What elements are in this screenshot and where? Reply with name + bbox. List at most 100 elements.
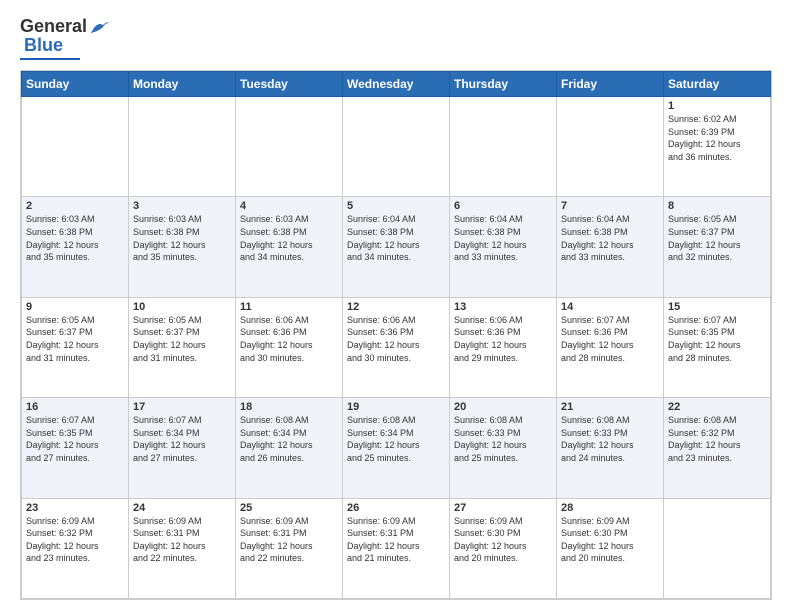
day-number: 19 — [347, 401, 445, 413]
day-info: Sunrise: 6:08 AM Sunset: 6:32 PM Dayligh… — [668, 414, 766, 464]
day-info: Sunrise: 6:07 AM Sunset: 6:34 PM Dayligh… — [133, 414, 231, 464]
calendar-cell: 24Sunrise: 6:09 AM Sunset: 6:31 PM Dayli… — [129, 498, 236, 598]
day-info: Sunrise: 6:07 AM Sunset: 6:36 PM Dayligh… — [561, 314, 659, 364]
day-number: 9 — [26, 301, 124, 313]
day-number: 10 — [133, 301, 231, 313]
day-number: 4 — [240, 200, 338, 212]
day-number: 22 — [668, 401, 766, 413]
day-number: 1 — [668, 100, 766, 112]
day-number: 5 — [347, 200, 445, 212]
day-info: Sunrise: 6:05 AM Sunset: 6:37 PM Dayligh… — [668, 213, 766, 263]
header: General Blue — [20, 16, 772, 60]
calendar-cell: 15Sunrise: 6:07 AM Sunset: 6:35 PM Dayli… — [664, 297, 771, 397]
day-number: 26 — [347, 502, 445, 514]
day-info: Sunrise: 6:03 AM Sunset: 6:38 PM Dayligh… — [240, 213, 338, 263]
day-of-week-header: Thursday — [450, 72, 557, 97]
logo: General Blue — [20, 16, 111, 60]
day-info: Sunrise: 6:03 AM Sunset: 6:38 PM Dayligh… — [26, 213, 124, 263]
calendar-week-row: 16Sunrise: 6:07 AM Sunset: 6:35 PM Dayli… — [22, 398, 771, 498]
day-of-week-header: Wednesday — [343, 72, 450, 97]
day-number: 12 — [347, 301, 445, 313]
calendar-cell: 22Sunrise: 6:08 AM Sunset: 6:32 PM Dayli… — [664, 398, 771, 498]
day-number: 21 — [561, 401, 659, 413]
calendar-cell: 18Sunrise: 6:08 AM Sunset: 6:34 PM Dayli… — [236, 398, 343, 498]
day-number: 3 — [133, 200, 231, 212]
day-number: 6 — [454, 200, 552, 212]
day-info: Sunrise: 6:09 AM Sunset: 6:31 PM Dayligh… — [240, 515, 338, 565]
calendar-cell: 3Sunrise: 6:03 AM Sunset: 6:38 PM Daylig… — [129, 197, 236, 297]
calendar-week-row: 1Sunrise: 6:02 AM Sunset: 6:39 PM Daylig… — [22, 97, 771, 197]
day-info: Sunrise: 6:09 AM Sunset: 6:32 PM Dayligh… — [26, 515, 124, 565]
calendar-cell: 5Sunrise: 6:04 AM Sunset: 6:38 PM Daylig… — [343, 197, 450, 297]
calendar-cell: 21Sunrise: 6:08 AM Sunset: 6:33 PM Dayli… — [557, 398, 664, 498]
day-number: 7 — [561, 200, 659, 212]
calendar-cell: 20Sunrise: 6:08 AM Sunset: 6:33 PM Dayli… — [450, 398, 557, 498]
page: General Blue SundayMondayTuesdayWednesda… — [0, 0, 792, 612]
calendar-cell: 2Sunrise: 6:03 AM Sunset: 6:38 PM Daylig… — [22, 197, 129, 297]
day-info: Sunrise: 6:06 AM Sunset: 6:36 PM Dayligh… — [240, 314, 338, 364]
calendar-cell: 14Sunrise: 6:07 AM Sunset: 6:36 PM Dayli… — [557, 297, 664, 397]
calendar-cell: 13Sunrise: 6:06 AM Sunset: 6:36 PM Dayli… — [450, 297, 557, 397]
day-number: 25 — [240, 502, 338, 514]
day-number: 16 — [26, 401, 124, 413]
day-info: Sunrise: 6:03 AM Sunset: 6:38 PM Dayligh… — [133, 213, 231, 263]
day-info: Sunrise: 6:04 AM Sunset: 6:38 PM Dayligh… — [454, 213, 552, 263]
logo-underline — [20, 58, 80, 60]
day-info: Sunrise: 6:04 AM Sunset: 6:38 PM Dayligh… — [561, 213, 659, 263]
calendar-cell — [22, 97, 129, 197]
day-info: Sunrise: 6:09 AM Sunset: 6:31 PM Dayligh… — [133, 515, 231, 565]
calendar-week-row: 9Sunrise: 6:05 AM Sunset: 6:37 PM Daylig… — [22, 297, 771, 397]
day-of-week-header: Monday — [129, 72, 236, 97]
day-number: 8 — [668, 200, 766, 212]
calendar-cell: 16Sunrise: 6:07 AM Sunset: 6:35 PM Dayli… — [22, 398, 129, 498]
calendar-cell — [236, 97, 343, 197]
day-of-week-header: Tuesday — [236, 72, 343, 97]
calendar-cell: 19Sunrise: 6:08 AM Sunset: 6:34 PM Dayli… — [343, 398, 450, 498]
calendar-cell: 27Sunrise: 6:09 AM Sunset: 6:30 PM Dayli… — [450, 498, 557, 598]
calendar-cell — [557, 97, 664, 197]
day-info: Sunrise: 6:06 AM Sunset: 6:36 PM Dayligh… — [347, 314, 445, 364]
day-number: 2 — [26, 200, 124, 212]
day-info: Sunrise: 6:09 AM Sunset: 6:30 PM Dayligh… — [561, 515, 659, 565]
logo-bird-icon — [89, 19, 111, 35]
calendar-cell: 4Sunrise: 6:03 AM Sunset: 6:38 PM Daylig… — [236, 197, 343, 297]
day-info: Sunrise: 6:08 AM Sunset: 6:33 PM Dayligh… — [454, 414, 552, 464]
calendar-cell: 17Sunrise: 6:07 AM Sunset: 6:34 PM Dayli… — [129, 398, 236, 498]
calendar-cell — [343, 97, 450, 197]
day-number: 14 — [561, 301, 659, 313]
day-number: 28 — [561, 502, 659, 514]
day-info: Sunrise: 6:07 AM Sunset: 6:35 PM Dayligh… — [26, 414, 124, 464]
calendar-cell: 28Sunrise: 6:09 AM Sunset: 6:30 PM Dayli… — [557, 498, 664, 598]
calendar-cell: 6Sunrise: 6:04 AM Sunset: 6:38 PM Daylig… — [450, 197, 557, 297]
calendar-cell: 12Sunrise: 6:06 AM Sunset: 6:36 PM Dayli… — [343, 297, 450, 397]
calendar-cell: 25Sunrise: 6:09 AM Sunset: 6:31 PM Dayli… — [236, 498, 343, 598]
day-info: Sunrise: 6:08 AM Sunset: 6:33 PM Dayligh… — [561, 414, 659, 464]
day-number: 18 — [240, 401, 338, 413]
day-info: Sunrise: 6:06 AM Sunset: 6:36 PM Dayligh… — [454, 314, 552, 364]
calendar-cell: 8Sunrise: 6:05 AM Sunset: 6:37 PM Daylig… — [664, 197, 771, 297]
calendar-cell: 23Sunrise: 6:09 AM Sunset: 6:32 PM Dayli… — [22, 498, 129, 598]
calendar-week-row: 2Sunrise: 6:03 AM Sunset: 6:38 PM Daylig… — [22, 197, 771, 297]
day-number: 20 — [454, 401, 552, 413]
day-info: Sunrise: 6:09 AM Sunset: 6:31 PM Dayligh… — [347, 515, 445, 565]
calendar-header-row: SundayMondayTuesdayWednesdayThursdayFrid… — [22, 72, 771, 97]
logo-blue: Blue — [24, 35, 63, 56]
day-info: Sunrise: 6:05 AM Sunset: 6:37 PM Dayligh… — [26, 314, 124, 364]
day-number: 11 — [240, 301, 338, 313]
calendar-cell: 26Sunrise: 6:09 AM Sunset: 6:31 PM Dayli… — [343, 498, 450, 598]
day-number: 24 — [133, 502, 231, 514]
calendar-cell — [664, 498, 771, 598]
day-number: 15 — [668, 301, 766, 313]
calendar-cell: 10Sunrise: 6:05 AM Sunset: 6:37 PM Dayli… — [129, 297, 236, 397]
day-number: 27 — [454, 502, 552, 514]
calendar-cell: 11Sunrise: 6:06 AM Sunset: 6:36 PM Dayli… — [236, 297, 343, 397]
day-info: Sunrise: 6:08 AM Sunset: 6:34 PM Dayligh… — [240, 414, 338, 464]
day-info: Sunrise: 6:07 AM Sunset: 6:35 PM Dayligh… — [668, 314, 766, 364]
day-of-week-header: Sunday — [22, 72, 129, 97]
calendar-cell: 9Sunrise: 6:05 AM Sunset: 6:37 PM Daylig… — [22, 297, 129, 397]
calendar-cell: 1Sunrise: 6:02 AM Sunset: 6:39 PM Daylig… — [664, 97, 771, 197]
day-info: Sunrise: 6:08 AM Sunset: 6:34 PM Dayligh… — [347, 414, 445, 464]
day-of-week-header: Friday — [557, 72, 664, 97]
calendar-week-row: 23Sunrise: 6:09 AM Sunset: 6:32 PM Dayli… — [22, 498, 771, 598]
calendar-cell: 7Sunrise: 6:04 AM Sunset: 6:38 PM Daylig… — [557, 197, 664, 297]
